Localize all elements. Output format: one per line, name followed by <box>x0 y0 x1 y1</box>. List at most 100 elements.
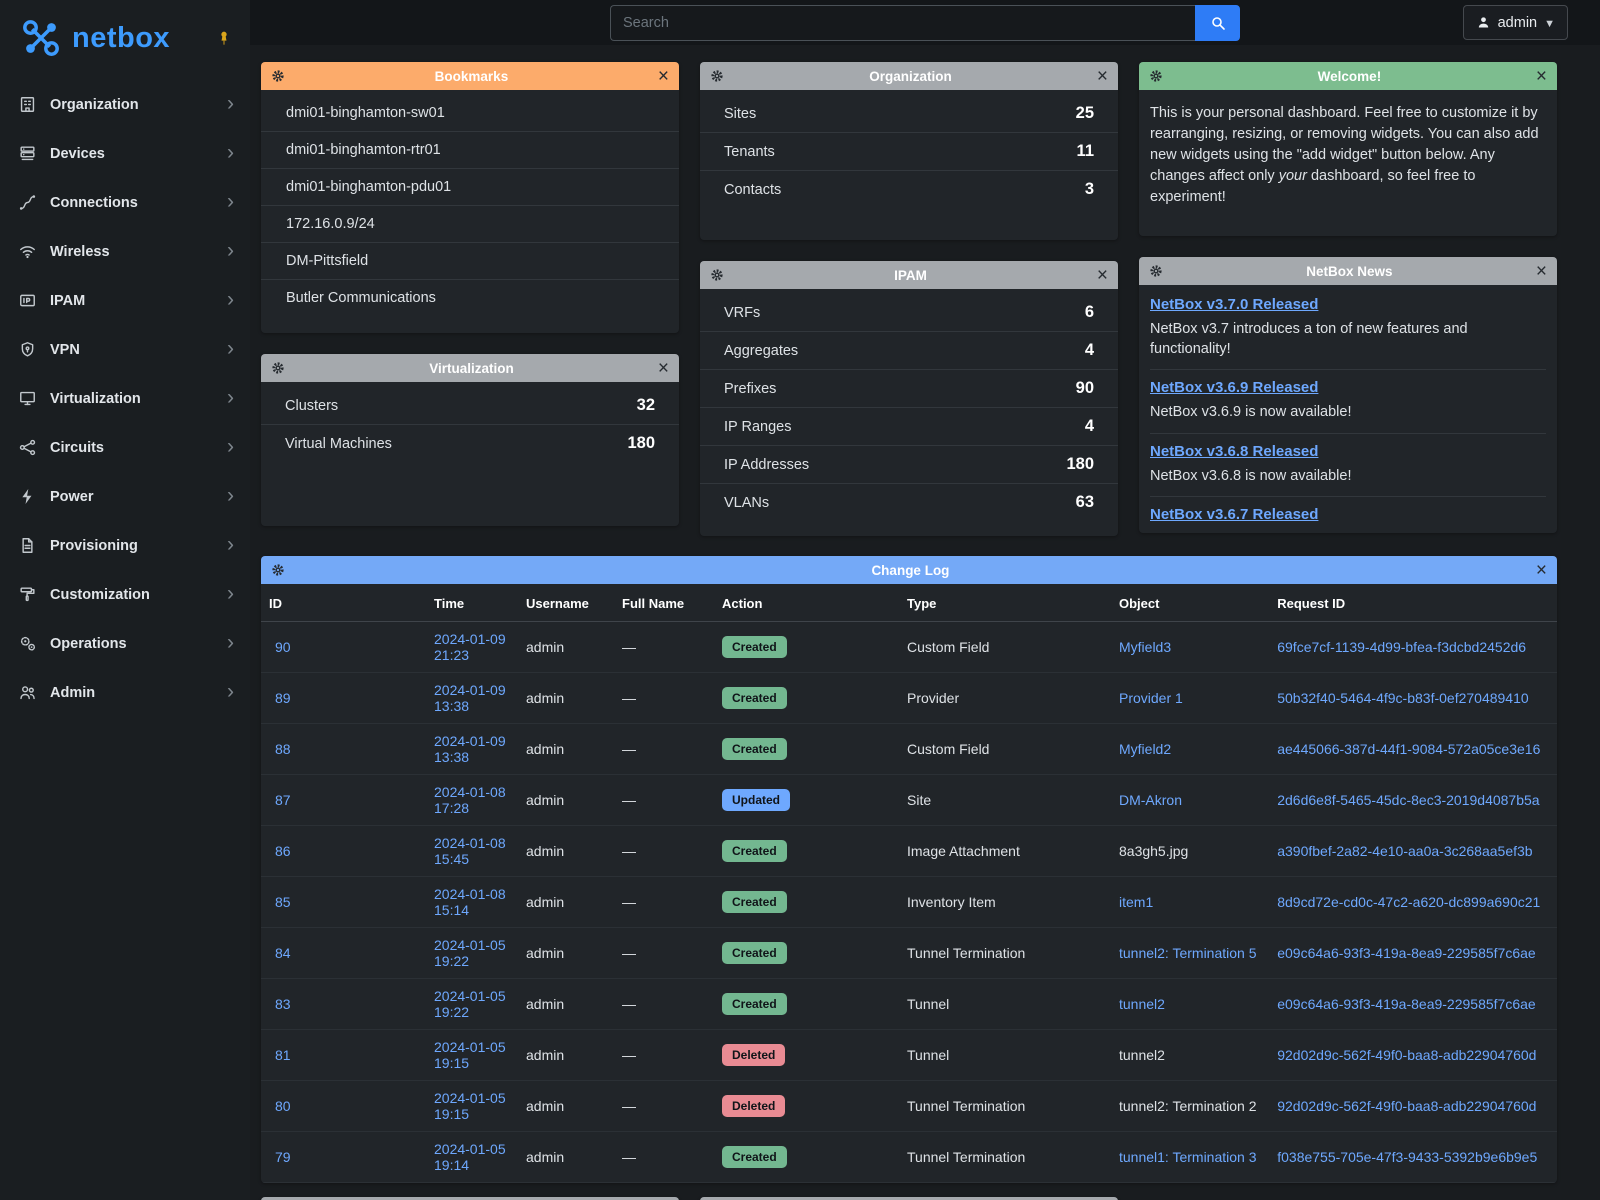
stat-label-link[interactable]: Virtual Machines <box>285 436 392 452</box>
stat-value-link[interactable]: 6 <box>1085 303 1094 322</box>
request-id-link[interactable]: 92d02d9c-562f-49f0-baa8-adb22904760d <box>1277 1047 1536 1063</box>
widget-close-icon[interactable]: × <box>658 359 669 378</box>
change-time-link[interactable]: 2024-01-09 13:38 <box>434 682 506 714</box>
bookmark-link[interactable]: 172.16.0.9/24 <box>261 206 679 243</box>
stat-label-link[interactable]: Aggregates <box>724 343 798 359</box>
widget-close-icon[interactable]: × <box>1536 262 1547 281</box>
widget-config-icon[interactable] <box>710 69 724 83</box>
sidebar-item[interactable]: Connections › <box>0 178 250 227</box>
sidebar-item[interactable]: Customization › <box>0 570 250 619</box>
change-id-link[interactable]: 90 <box>275 639 291 655</box>
change-time-link[interactable]: 2024-01-05 19:22 <box>434 937 506 969</box>
change-id-link[interactable]: 88 <box>275 741 291 757</box>
request-id-link[interactable]: ae445066-387d-44f1-9084-572a05ce3e16 <box>1277 741 1540 757</box>
stat-value-link[interactable]: 63 <box>1076 493 1094 512</box>
widget-config-icon[interactable] <box>1149 69 1163 83</box>
change-time-link[interactable]: 2024-01-09 21:23 <box>434 631 506 663</box>
search-button[interactable] <box>1195 5 1240 41</box>
change-object-link[interactable]: tunnel2 <box>1119 1047 1165 1063</box>
stat-value-link[interactable]: 25 <box>1076 104 1094 123</box>
stat-value-link[interactable]: 32 <box>637 396 655 415</box>
stat-value-link[interactable]: 4 <box>1085 341 1094 360</box>
change-object-link[interactable]: tunnel2 <box>1119 996 1165 1012</box>
change-time-link[interactable]: 2024-01-08 17:28 <box>434 784 506 816</box>
sidebar-item[interactable]: Power › <box>0 472 250 521</box>
bookmark-link[interactable]: DM-Pittsfield <box>261 243 679 280</box>
stat-value-link[interactable]: 11 <box>1077 142 1094 161</box>
news-title-link[interactable]: NetBox v3.6.8 Released <box>1150 443 1318 460</box>
request-id-link[interactable]: 50b32f40-5464-4f9c-b83f-0ef270489410 <box>1277 690 1528 706</box>
change-time-link[interactable]: 2024-01-08 15:45 <box>434 835 506 867</box>
request-id-link[interactable]: 69fce7cf-1139-4d99-bfea-f3dcbd2452d6 <box>1277 639 1526 655</box>
change-object-link[interactable]: tunnel1: Termination 3 <box>1119 1149 1257 1165</box>
news-title-link[interactable]: NetBox v3.6.7 Released <box>1150 506 1318 523</box>
request-id-link[interactable]: 92d02d9c-562f-49f0-baa8-adb22904760d <box>1277 1098 1536 1114</box>
widget-close-icon[interactable]: × <box>1097 67 1108 86</box>
stat-value-link[interactable]: 3 <box>1085 180 1094 199</box>
stat-label-link[interactable]: IP Ranges <box>724 419 791 435</box>
stat-label-link[interactable]: Prefixes <box>724 381 776 397</box>
sidebar-item[interactable]: Admin › <box>0 668 250 717</box>
bookmark-link[interactable]: dmi01-binghamton-rtr01 <box>261 132 679 169</box>
change-id-link[interactable]: 86 <box>275 843 291 859</box>
change-time-link[interactable]: 2024-01-05 19:22 <box>434 988 506 1020</box>
stat-value-link[interactable]: 180 <box>1066 455 1094 474</box>
widget-config-icon[interactable] <box>710 268 724 282</box>
change-time-link[interactable]: 2024-01-05 19:15 <box>434 1039 506 1071</box>
widget-close-icon[interactable]: × <box>658 67 669 86</box>
change-object-link[interactable]: DM-Akron <box>1119 792 1182 808</box>
change-id-link[interactable]: 79 <box>275 1149 291 1165</box>
sidebar-item[interactable]: Operations › <box>0 619 250 668</box>
request-id-link[interactable]: a390fbef-2a82-4e10-aa0a-3c268aa5ef3b <box>1277 843 1532 859</box>
stat-label-link[interactable]: Tenants <box>724 144 775 160</box>
widget-config-icon[interactable] <box>271 361 285 375</box>
change-object-link[interactable]: 8a3gh5.jpg <box>1119 843 1188 859</box>
request-id-link[interactable]: f038e755-705e-47f3-9433-5392b9e6b9e5 <box>1277 1149 1537 1165</box>
bookmark-link[interactable]: dmi01-binghamton-pdu01 <box>261 169 679 206</box>
user-menu-button[interactable]: admin ▼ <box>1463 5 1568 40</box>
change-id-link[interactable]: 81 <box>275 1047 291 1063</box>
bookmark-link[interactable]: Butler Communications <box>261 280 679 316</box>
sidebar-item[interactable]: Organization › <box>0 80 250 129</box>
request-id-link[interactable]: e09c64a6-93f3-419a-8ea9-229585f7c6ae <box>1277 945 1535 961</box>
change-id-link[interactable]: 84 <box>275 945 291 961</box>
news-title-link[interactable]: NetBox v3.7.0 Released <box>1150 296 1318 313</box>
change-time-link[interactable]: 2024-01-09 13:38 <box>434 733 506 765</box>
request-id-link[interactable]: 2d6d6e8f-5465-45dc-8ec3-2019d4087b5a <box>1277 792 1539 808</box>
change-time-link[interactable]: 2024-01-08 15:14 <box>434 886 506 918</box>
change-object-link[interactable]: Myfield2 <box>1119 741 1171 757</box>
change-object-link[interactable]: item1 <box>1119 894 1153 910</box>
change-time-link[interactable]: 2024-01-05 19:14 <box>434 1141 506 1173</box>
brand-name[interactable]: netbox <box>72 22 170 55</box>
stat-label-link[interactable]: Contacts <box>724 182 781 198</box>
widget-config-icon[interactable] <box>1149 264 1163 278</box>
news-title-link[interactable]: NetBox v3.6.9 Released <box>1150 379 1318 396</box>
widget-close-icon[interactable]: × <box>1536 561 1547 580</box>
stat-label-link[interactable]: Sites <box>724 106 756 122</box>
pin-sidebar-icon[interactable] <box>216 30 232 46</box>
change-object-link[interactable]: tunnel2: Termination 5 <box>1119 945 1257 961</box>
change-object-link[interactable]: Myfield3 <box>1119 639 1171 655</box>
stat-label-link[interactable]: Clusters <box>285 398 338 414</box>
change-object-link[interactable]: Provider 1 <box>1119 690 1183 706</box>
sidebar-item[interactable]: Virtualization › <box>0 374 250 423</box>
widget-config-icon[interactable] <box>271 69 285 83</box>
stat-value-link[interactable]: 180 <box>627 434 655 453</box>
sidebar-item[interactable]: Wireless › <box>0 227 250 276</box>
sidebar-item[interactable]: IPAM › <box>0 276 250 325</box>
change-id-link[interactable]: 83 <box>275 996 291 1012</box>
change-object-link[interactable]: tunnel2: Termination 2 <box>1119 1098 1257 1114</box>
change-id-link[interactable]: 89 <box>275 690 291 706</box>
stat-label-link[interactable]: VLANs <box>724 495 769 511</box>
sidebar-item[interactable]: Provisioning › <box>0 521 250 570</box>
widget-config-icon[interactable] <box>271 563 285 577</box>
stat-label-link[interactable]: IP Addresses <box>724 457 809 473</box>
stat-label-link[interactable]: VRFs <box>724 305 760 321</box>
widget-close-icon[interactable]: × <box>1097 266 1108 285</box>
request-id-link[interactable]: e09c64a6-93f3-419a-8ea9-229585f7c6ae <box>1277 996 1535 1012</box>
sidebar-item[interactable]: Devices › <box>0 129 250 178</box>
change-id-link[interactable]: 80 <box>275 1098 291 1114</box>
stat-value-link[interactable]: 90 <box>1076 379 1094 398</box>
widget-close-icon[interactable]: × <box>1536 67 1547 86</box>
change-id-link[interactable]: 85 <box>275 894 291 910</box>
